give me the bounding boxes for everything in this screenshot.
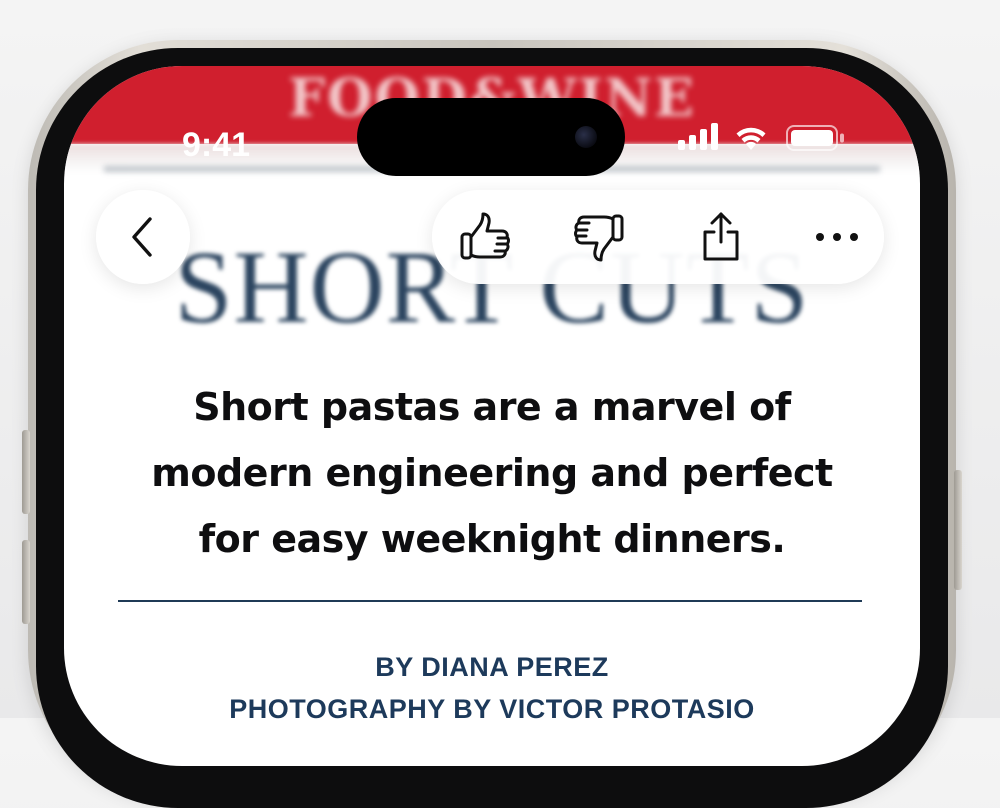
thumbs-up-icon [460, 212, 510, 260]
phone-side-button [22, 540, 30, 624]
more-icon [816, 233, 858, 241]
article-action-bar [432, 190, 884, 284]
phone-power-button [954, 470, 962, 590]
chevron-left-icon [132, 217, 152, 257]
wifi-icon [736, 127, 766, 150]
headline-line: modern engineering and perfect [151, 451, 833, 495]
phone-side-button [22, 430, 30, 514]
front-camera [575, 126, 597, 148]
headline-divider [118, 600, 862, 602]
cellular-signal-icon [678, 123, 718, 150]
more-options-button[interactable] [792, 190, 882, 284]
status-time: 9:41 [182, 126, 251, 164]
headline-line: for easy weeknight dinners. [198, 517, 786, 561]
back-button[interactable] [96, 190, 190, 284]
status-icons [678, 123, 844, 151]
share-button[interactable] [676, 190, 766, 284]
thumbs-down-icon [574, 214, 624, 262]
dynamic-island [357, 98, 625, 176]
photo-credit: PHOTOGRAPHY BY VICTOR PROTASIO [229, 694, 755, 724]
share-icon [703, 212, 739, 261]
battery-icon [786, 125, 844, 151]
author-byline: BY DIANA PEREZ [375, 652, 609, 682]
thumbs-up-button[interactable] [440, 190, 530, 284]
thumbs-down-button[interactable] [554, 190, 644, 284]
headline-line: Short pastas are a marvel of [193, 385, 791, 429]
article-headline: Short pastas are a marvel of modern engi… [104, 374, 880, 572]
